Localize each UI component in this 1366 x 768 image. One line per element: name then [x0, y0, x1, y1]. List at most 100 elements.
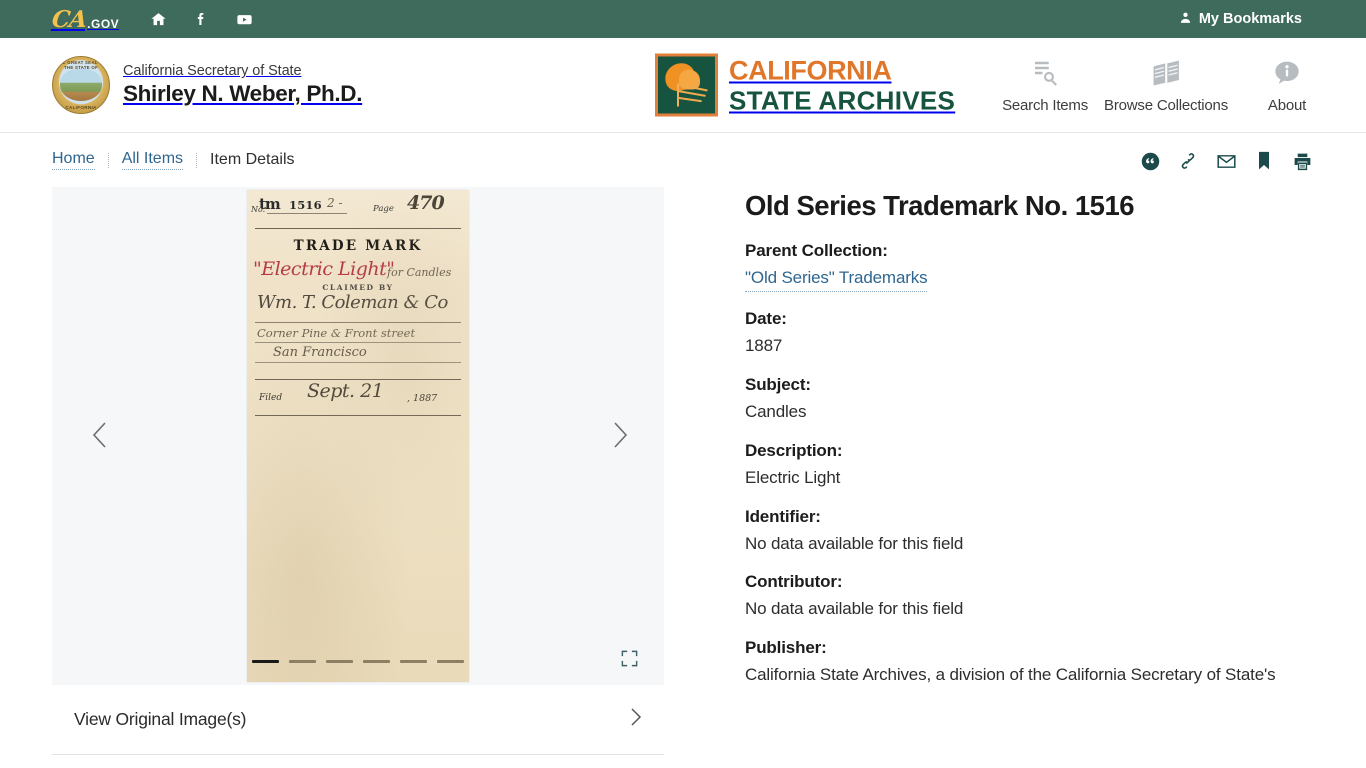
document-rule [255, 322, 461, 323]
chevron-right-icon [629, 707, 642, 732]
metadata-value: No data available for this field [745, 599, 964, 619]
document-rule [255, 362, 461, 363]
item-action-toolbar [1138, 149, 1314, 173]
poppy-flower-icon [655, 53, 718, 117]
nav-browse-collections[interactable]: Browse Collections [1096, 56, 1236, 114]
agency-brand[interactable]: THE GREAT SEAL OF THE STATE OF CALIFORNI… [52, 56, 362, 114]
document-tm-number: 1516 [289, 198, 322, 212]
metadata-label: Identifier: [745, 506, 821, 526]
metadata-label: Contributor: [745, 572, 843, 592]
item-metadata-panel: Old Series Trademark No. 1516 Parent Col… [664, 187, 1314, 755]
seal-bottom-text: CALIFORNIA [65, 105, 97, 110]
metadata-label: Parent Collection: [745, 240, 888, 260]
youtube-icon[interactable] [233, 8, 255, 30]
document-claimant: Wm. T. Coleman & Co [257, 292, 448, 313]
cite-icon[interactable] [1138, 149, 1162, 173]
breadcrumb-separator [196, 152, 198, 168]
california-state-archives-logo[interactable]: CALIFORNIA STATE ARCHIVES [655, 53, 956, 117]
browse-collections-icon [1151, 56, 1182, 90]
metadata-label: Date: [745, 308, 787, 328]
nav-about[interactable]: About [1236, 56, 1338, 114]
carousel-next-button[interactable] [600, 416, 640, 456]
document-filed-year: , 1887 [407, 393, 438, 404]
metadata-value: Candles [745, 401, 807, 421]
california-state-seal-icon: THE GREAT SEAL OF THE STATE OF CALIFORNI… [52, 56, 110, 114]
carousel-indicator[interactable] [289, 660, 316, 663]
carousel-prev-button[interactable] [80, 416, 120, 456]
metadata-field-description: Description: Electric Light [745, 441, 1314, 490]
page-content: Home All Items Item Details tm 1516 2 - … [0, 133, 1366, 755]
home-icon[interactable] [147, 8, 169, 30]
carousel-indicator[interactable] [326, 660, 353, 663]
metadata-value: No data available for this field [745, 533, 964, 553]
agency-name: Shirley N. Weber, Ph.D. [123, 81, 363, 107]
carousel-indicator[interactable] [363, 660, 390, 663]
agency-subtitle: California Secretary of State [123, 63, 302, 80]
chevron-left-icon [87, 420, 113, 453]
carousel-indicators [252, 660, 464, 663]
topbar-icon-group [147, 8, 255, 30]
chevron-right-icon [607, 420, 633, 453]
metadata-label: Subject: [745, 374, 811, 394]
bookmark-icon[interactable] [1252, 149, 1276, 173]
document-no-label: No. [251, 205, 266, 214]
document-rule [255, 228, 461, 229]
document-city: San Francisco [273, 345, 367, 360]
link-icon[interactable] [1176, 149, 1200, 173]
document-page-label: Page [373, 204, 394, 214]
my-bookmarks-label: My Bookmarks [1198, 11, 1302, 27]
document-rule [255, 415, 461, 416]
view-original-images-label: View Original Image(s) [74, 709, 247, 729]
metadata-field-subject: Subject: Candles [745, 375, 1314, 424]
view-original-images-row[interactable]: View Original Image(s) [52, 685, 664, 755]
email-icon[interactable] [1214, 149, 1238, 173]
trademark-document-image[interactable]: tm 1516 2 - No. Page 470 TRADE MARK "Ele… [247, 190, 469, 682]
facebook-icon[interactable] [190, 8, 212, 30]
site-header: THE GREAT SEAL OF THE STATE OF CALIFORNI… [0, 38, 1366, 133]
nav-browse-collections-label: Browse Collections [1104, 97, 1228, 114]
breadcrumb-separator [107, 152, 109, 168]
ca-gov-topbar: CA .GOV My Bookmarks [0, 0, 1366, 38]
ca-gov-logo-ca: CA [50, 5, 88, 33]
metadata-field-date: Date: 1887 [745, 309, 1314, 358]
page-title: Old Series Trademark No. 1516 [745, 190, 1135, 221]
carousel-indicator[interactable] [437, 660, 464, 663]
expand-icon [620, 649, 639, 671]
breadcrumb-home[interactable]: Home [52, 150, 95, 170]
document-filed-label: Filed [259, 393, 283, 403]
metadata-field-parent-collection: Parent Collection: "Old Series" Trademar… [745, 241, 1314, 292]
ca-gov-logo-gov: .GOV [87, 16, 120, 31]
breadcrumb-all-items[interactable]: All Items [121, 150, 184, 170]
breadcrumb-current: Item Details [210, 151, 295, 168]
document-trademark-suffix: for Candles [387, 266, 452, 279]
nav-search-items-label: Search Items [1002, 97, 1089, 114]
nav-search-items[interactable]: Search Items [994, 56, 1096, 114]
document-claimed-by-label: CLAIMED BY [322, 283, 394, 292]
carousel-indicator[interactable] [400, 660, 427, 663]
breadcrumb-row: Home All Items Item Details [52, 133, 1314, 187]
item-details-layout: tm 1516 2 - No. Page 470 TRADE MARK "Ele… [52, 187, 1314, 755]
metadata-value: California State Archives, a division of… [745, 665, 1276, 685]
metadata-field-identifier: Identifier: No data available for this f… [745, 507, 1314, 556]
carousel-indicator[interactable] [252, 660, 279, 663]
metadata-field-contributor: Contributor: No data available for this … [745, 572, 1314, 621]
metadata-field-publisher: Publisher: California State Archives, a … [745, 638, 1314, 687]
document-address: Corner Pine & Front street [257, 326, 416, 340]
archives-logo-line2: STATE ARCHIVES [729, 85, 956, 115]
image-viewer-column: tm 1516 2 - No. Page 470 TRADE MARK "Ele… [52, 187, 664, 755]
my-bookmarks-link[interactable]: My Bookmarks [1179, 11, 1302, 28]
parent-collection-link[interactable]: "Old Series" Trademarks [745, 267, 928, 292]
ca-gov-logo[interactable]: CA .GOV [50, 5, 120, 33]
search-items-icon [1030, 56, 1060, 90]
fullscreen-button[interactable] [618, 649, 640, 671]
document-rule [255, 342, 461, 343]
seal-top-text: THE GREAT SEAL OF THE STATE OF [56, 60, 106, 70]
header-nav: Search Items Browse Collections About [994, 56, 1338, 114]
metadata-value: 1887 [745, 335, 783, 355]
metadata-label: Publisher: [745, 638, 827, 658]
document-no-rule [267, 213, 347, 214]
person-icon [1179, 11, 1192, 28]
archives-logo-line1: CALIFORNIA [729, 55, 892, 85]
document-heading: TRADE MARK [293, 238, 423, 254]
print-icon[interactable] [1290, 149, 1314, 173]
